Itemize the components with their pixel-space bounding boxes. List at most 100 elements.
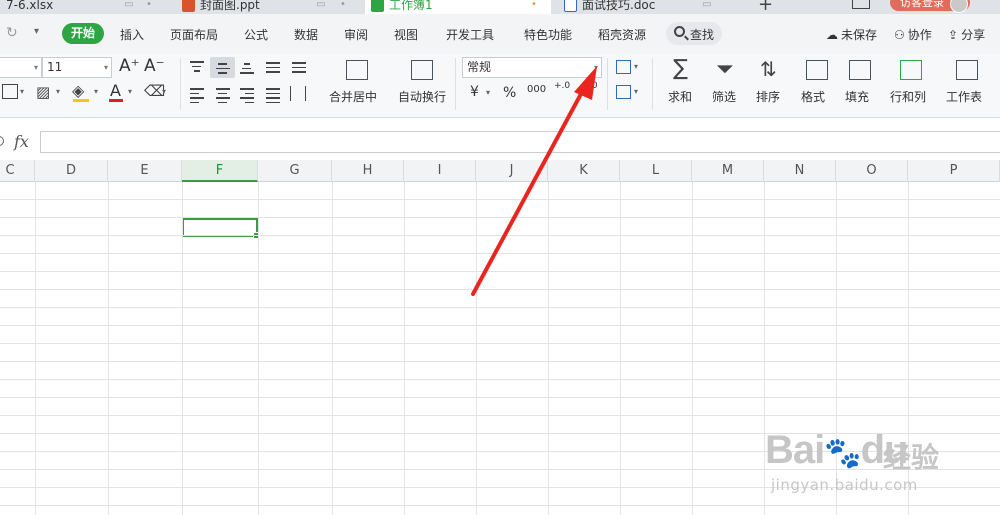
justify-icon[interactable] [266,88,280,106]
fill-icon[interactable] [849,60,871,80]
grid-column-line [35,182,36,515]
chevron-down-icon[interactable]: ▾ [20,87,24,96]
column-header-o[interactable]: O [836,160,908,182]
tab-page-layout[interactable]: 页面布局 [170,26,218,43]
percent-button[interactable]: % [503,85,516,101]
zoom-icon[interactable] [0,136,4,146]
formula-input[interactable] [40,131,1000,153]
column-header-l[interactable]: L [620,160,692,182]
grid-row-line [0,397,1000,398]
chevron-down-icon[interactable]: ▾ [486,88,490,97]
share-button[interactable]: ⇪ 分享 [948,26,985,43]
wrap-text-button[interactable]: 自动换行 [398,88,446,105]
align-top-icon[interactable] [190,61,204,75]
column-header-j[interactable]: J [476,160,548,182]
window-icon[interactable] [852,0,870,9]
align-center-icon[interactable] [216,88,230,106]
column-header-f[interactable]: F [182,160,258,182]
chevron-down-icon[interactable]: ▾ [634,87,638,96]
cell-style-icon[interactable]: ▨ [36,83,50,101]
chevron-down-icon[interactable]: ▾ [162,87,166,96]
tab-fengmiantu-ppt[interactable]: 封面图.ppt ▭ • [176,0,360,14]
tab-view[interactable]: 视图 [394,26,418,43]
fill-color-icon[interactable]: ◈ [72,81,84,100]
grid-column-line [332,182,333,515]
sum-icon[interactable]: ∑ [673,56,688,81]
column-header-i[interactable]: I [404,160,476,182]
column-header-k[interactable]: K [548,160,620,182]
decrease-font-icon[interactable]: A⁻ [144,56,165,76]
merge-center-icon[interactable] [346,60,368,80]
grid-row-line [0,253,1000,254]
fx-icon[interactable]: fx [14,132,29,151]
font-size-field[interactable]: 11 ▾ [42,57,112,78]
chevron-down-icon[interactable]: ▾ [94,87,98,96]
merge-center-button[interactable]: 合并居中 [329,88,377,105]
format-icon[interactable] [806,60,828,80]
worksheet-icon[interactable] [956,60,978,80]
wrap-text-icon[interactable] [411,60,433,80]
decrease-indent-icon[interactable] [266,62,280,76]
tab-review[interactable]: 审阅 [344,26,368,43]
table-style-icon[interactable] [616,85,631,99]
monitor-icon: ▭ [702,0,712,10]
tab-insert[interactable]: 插入 [120,26,144,43]
chevron-down-icon[interactable]: ▾ [634,62,638,71]
sort-icon[interactable]: ⇅ [760,57,777,81]
chevron-down-icon[interactable]: ▾ [56,87,60,96]
collaborate-button[interactable]: ⚇ 协作 [894,26,932,43]
conditional-format-icon[interactable] [616,60,631,74]
filter-button[interactable]: 筛选 [712,88,736,105]
decrease-decimal-button[interactable]: -.00 [580,82,598,91]
rows-columns-button[interactable]: 行和列 [890,88,926,105]
search-icon [674,26,685,37]
new-tab-button[interactable]: + [758,0,773,14]
tab-status-dot: • [340,0,346,10]
column-header-d[interactable]: D [35,160,108,182]
search-button[interactable]: 查找 [666,22,722,45]
tab-workbook1[interactable]: 工作簿1 • [365,0,551,14]
tab-special-features[interactable]: 特色功能 [524,26,572,43]
tab-mianshi-doc[interactable]: 面试技巧.doc ▭ [558,0,744,14]
column-header-c[interactable]: C [0,160,35,182]
rows-columns-icon[interactable] [900,60,922,80]
align-bottom-icon[interactable] [240,63,254,77]
currency-button[interactable]: ¥ [470,84,479,100]
tab-developer[interactable]: 开发工具 [446,26,494,43]
grid-column-line [404,182,405,515]
distribute-icon[interactable] [290,86,306,101]
tab-docer-resources[interactable]: 稻壳资源 [598,26,646,43]
increase-decimal-button[interactable]: +.0 [554,82,570,91]
increase-font-icon[interactable]: A⁺ [119,56,140,76]
sum-button[interactable]: 求和 [668,88,692,105]
font-color-icon[interactable]: A [110,81,121,100]
format-button[interactable]: 格式 [801,88,825,105]
increase-indent-icon[interactable] [292,62,306,76]
unsaved-button[interactable]: ☁ 未保存 [826,26,877,43]
tab-7-6-xlsx[interactable]: 7-6.xlsx ▭ • [0,0,165,14]
column-header-h[interactable]: H [332,160,404,182]
tab-data[interactable]: 数据 [294,26,318,43]
fill-button[interactable]: 填充 [845,88,869,105]
align-left-icon[interactable] [190,88,204,106]
number-format-select[interactable]: 常规 ▾ [462,57,602,78]
grid-column-line [108,182,109,515]
chevron-down-icon[interactable]: ▾ [128,87,132,96]
filter-icon[interactable]: ⏷ [716,57,734,82]
borders-icon[interactable] [2,84,18,99]
sort-button[interactable]: 排序 [756,88,780,105]
align-right-icon[interactable] [240,88,254,106]
avatar[interactable] [950,0,968,13]
worksheet-button[interactable]: 工作表 [946,88,982,105]
quick-access-dropdown-icon[interactable]: ▾ [34,26,39,37]
tab-formulas[interactable]: 公式 [244,26,268,43]
tab-start[interactable]: 开始 [62,23,104,44]
column-header-e[interactable]: E [108,160,182,182]
column-header-g[interactable]: G [258,160,332,182]
font-name-field[interactable]: ▾ [0,57,42,78]
redo-icon[interactable]: ↻ [6,25,18,41]
column-header-n[interactable]: N [764,160,836,182]
column-header-m[interactable]: M [692,160,764,182]
thousands-button[interactable]: 000 [527,84,546,95]
column-header-p[interactable]: P [908,160,1000,182]
